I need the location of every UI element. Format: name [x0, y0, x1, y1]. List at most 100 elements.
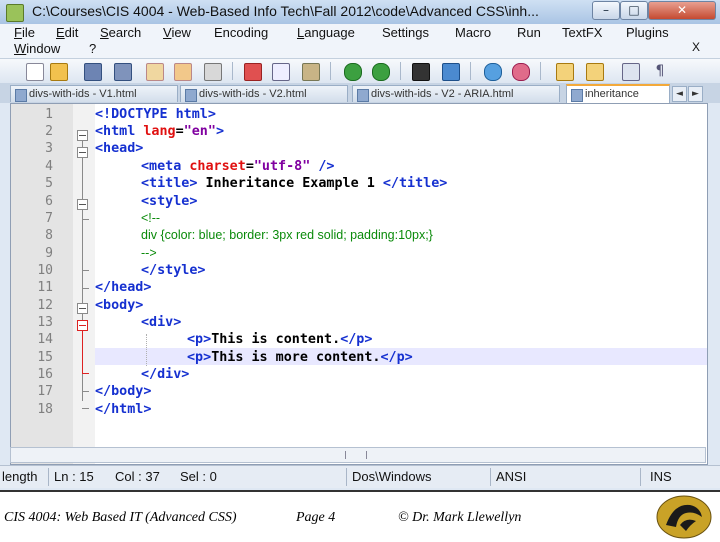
line-number: 18: [37, 402, 53, 417]
html-file-icon: [15, 89, 27, 102]
zoom-out-icon[interactable]: [512, 63, 530, 81]
close-document-icon[interactable]: X: [692, 40, 700, 54]
close-file-icon[interactable]: [146, 63, 164, 81]
undo-icon[interactable]: [344, 63, 362, 81]
tab-divs-with-ids-v2-aria[interactable]: divs-with-ids - V2 - ARIA.html: [352, 85, 560, 102]
line-number: 9: [45, 246, 53, 261]
close-button[interactable]: ✕: [648, 1, 716, 20]
code-line-2: <html lang="en">: [95, 124, 224, 139]
tab-scroll-left-icon[interactable]: ◄: [672, 86, 687, 102]
code-line-5: <title> Inheritance Example 1 </title>: [141, 176, 448, 191]
code-line-15: <p>This is more content.</p>: [187, 350, 413, 365]
line-number: 6: [45, 194, 53, 209]
fold-end-mark: [82, 373, 89, 374]
menu-plugins[interactable]: Plugins: [626, 25, 669, 40]
menu-run[interactable]: Run: [517, 25, 541, 40]
menu-settings[interactable]: Settings: [382, 25, 429, 40]
line-number: 2: [45, 124, 53, 139]
word-wrap-icon[interactable]: [622, 63, 640, 81]
find-icon[interactable]: [412, 63, 430, 81]
redo-icon[interactable]: [372, 63, 390, 81]
status-separator: [640, 468, 641, 486]
status-separator: [490, 468, 491, 486]
line-number: 12: [37, 298, 53, 313]
paste-icon[interactable]: [302, 63, 320, 81]
line-number: 15: [37, 350, 53, 365]
menu-encoding[interactable]: Encoding: [214, 25, 268, 40]
menu-bar: File Edit Search View Encoding Language …: [0, 24, 720, 58]
menu-macro[interactable]: Macro: [455, 25, 491, 40]
footer-page-number: Page 4: [296, 510, 336, 525]
fold-minus-icon[interactable]: [77, 199, 88, 210]
menu-search[interactable]: Search: [100, 25, 141, 40]
horizontal-scrollbar[interactable]: [10, 447, 706, 463]
replace-icon[interactable]: [442, 63, 460, 81]
menu-file[interactable]: File: [14, 25, 35, 40]
show-all-characters-icon[interactable]: ¶: [652, 63, 668, 79]
save-icon[interactable]: [84, 63, 102, 81]
html-file-icon: [185, 89, 197, 102]
menu-textfx[interactable]: TextFX: [562, 25, 602, 40]
tab-divs-with-ids-v1[interactable]: divs-with-ids - V1.html: [10, 85, 178, 102]
status-eol-format: Dos\Windows: [352, 469, 432, 484]
menu-language[interactable]: Language: [297, 25, 355, 40]
minimize-button[interactable]: –: [592, 1, 620, 20]
fold-minus-active-icon[interactable]: [77, 320, 88, 331]
slide-footer: CIS 4004: Web Based IT (Advanced CSS) Pa…: [0, 490, 720, 542]
line-number: 11: [37, 280, 53, 295]
code-line-1: <!DOCTYPE html>: [95, 107, 216, 122]
fold-minus-icon[interactable]: [77, 147, 88, 158]
tab-divs-with-ids-v2[interactable]: divs-with-ids - V2.html: [180, 85, 348, 102]
cut-icon[interactable]: [244, 63, 262, 81]
window-title: C:\Courses\CIS 4004 - Web-Based Info Tec…: [32, 3, 539, 19]
code-line-7: <!--: [141, 211, 161, 225]
menu-view[interactable]: View: [163, 25, 191, 40]
close-all-icon[interactable]: [174, 63, 192, 81]
scrollbar-grip-icon[interactable]: [345, 451, 367, 459]
menu-window[interactable]: Window: [14, 41, 60, 56]
toolbar-separator: [470, 62, 471, 80]
line-number: 17: [37, 384, 53, 399]
open-file-icon[interactable]: [50, 63, 68, 81]
line-number: 10: [37, 263, 53, 278]
status-selection: Sel : 0: [180, 469, 217, 484]
code-line-11: </head>: [95, 280, 152, 295]
status-line: Ln : 15: [54, 469, 94, 484]
code-line-4: <meta charset="utf-8" />: [141, 159, 335, 174]
code-text-area[interactable]: <!DOCTYPE html> <html lang="en"> <head> …: [95, 104, 707, 464]
maximize-button[interactable]: □: [620, 1, 648, 20]
code-editor[interactable]: 1 2 3 4 5 6 7 8 9 10 11 12 13 14 15 16 1…: [10, 103, 708, 465]
sync-vertical-icon[interactable]: [556, 63, 574, 81]
sync-horizontal-icon[interactable]: [586, 63, 604, 81]
code-line-6: <style>: [141, 194, 198, 209]
fold-end-mark: [82, 219, 89, 220]
code-line-9: -->: [141, 246, 157, 260]
code-line-10: </style>: [141, 263, 206, 278]
copy-icon[interactable]: [272, 63, 290, 81]
title-bar: C:\Courses\CIS 4004 - Web-Based Info Tec…: [0, 0, 720, 25]
toolbar-separator: [540, 62, 541, 80]
fold-end-mark: [82, 288, 89, 289]
status-column: Col : 37: [115, 469, 160, 484]
fold-line-active: [82, 331, 83, 373]
code-line-13: <div>: [141, 315, 182, 330]
line-number: 1: [45, 107, 53, 122]
save-all-icon[interactable]: [114, 63, 132, 81]
tab-scroll-right-icon[interactable]: ►: [688, 86, 703, 102]
line-number: 13: [37, 315, 53, 330]
zoom-in-icon[interactable]: [484, 63, 502, 81]
line-number: 5: [45, 176, 53, 191]
menu-edit[interactable]: Edit: [56, 25, 78, 40]
new-file-icon[interactable]: [26, 63, 44, 81]
tab-inheritance[interactable]: inheritance: [566, 84, 670, 103]
fold-minus-icon[interactable]: [77, 130, 88, 141]
status-length: length: [2, 469, 38, 484]
notepadpp-window: C:\Courses\CIS 4004 - Web-Based Info Tec…: [0, 0, 720, 490]
html-file-icon: [357, 89, 369, 102]
menu-help[interactable]: ?: [89, 41, 96, 56]
line-number: 14: [37, 332, 53, 347]
code-line-3: <head>: [95, 141, 144, 156]
print-icon[interactable]: [204, 63, 222, 81]
fold-minus-icon[interactable]: [77, 303, 88, 314]
line-number: 4: [45, 159, 53, 174]
